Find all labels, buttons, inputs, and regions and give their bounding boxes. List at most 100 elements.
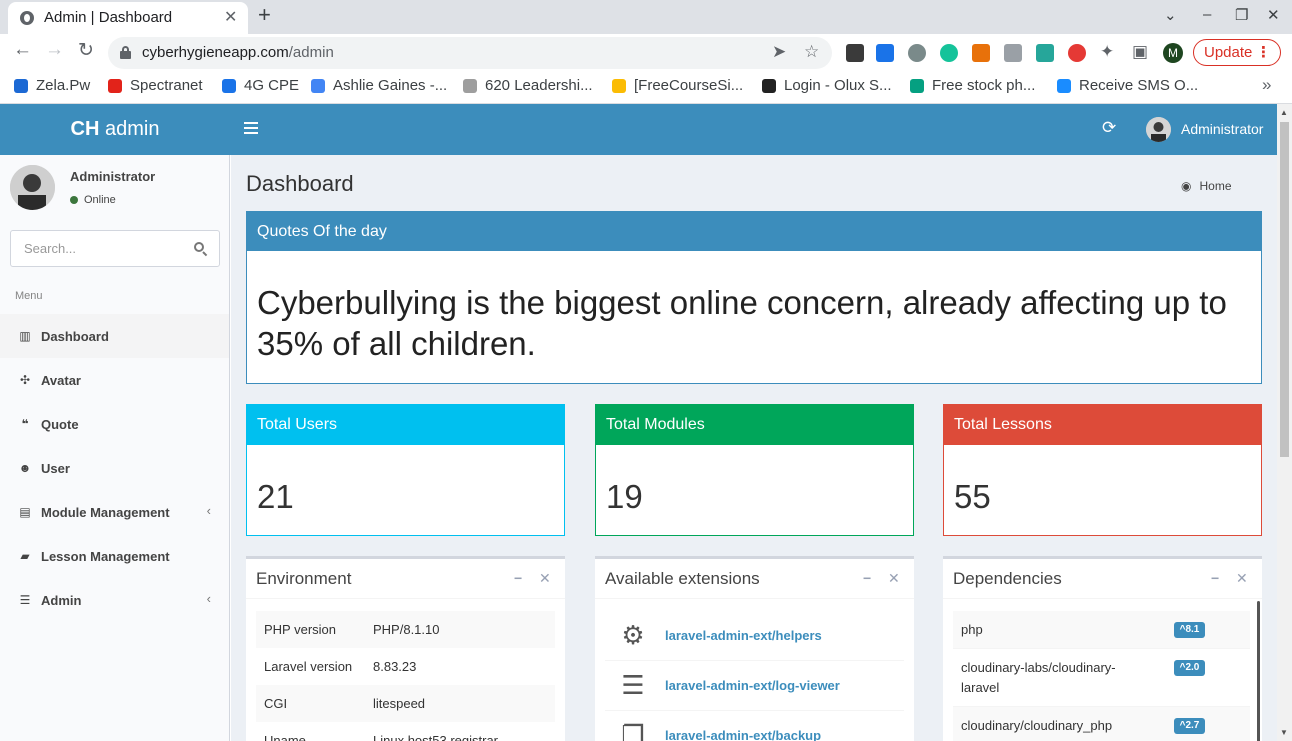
close-icon[interactable]: ✕: [1236, 570, 1248, 587]
quote-box: Quotes Of the day Cyberbullying is the b…: [246, 211, 1262, 384]
extension-code-icon[interactable]: [1004, 44, 1022, 62]
color-picker-icon[interactable]: [1068, 44, 1086, 62]
extension-s-icon[interactable]: [876, 44, 894, 62]
stat-title: Total Modules: [596, 405, 913, 445]
bookmark-label: Ashlie Gaines -...: [333, 77, 448, 94]
bookmark-item[interactable]: Ashlie Gaines -...: [311, 77, 447, 94]
sidebar-item-lesson-management[interactable]: ▰ Lesson Management: [0, 534, 229, 578]
version-badge: ^2.0: [1174, 660, 1205, 676]
bookmark-item[interactable]: Spectranet: [108, 77, 203, 94]
sidebar: Administrator Online Menu ▥ Dashboard ✣ Ava…: [0, 155, 230, 741]
extension-green-icon[interactable]: [1036, 44, 1054, 62]
back-icon[interactable]: ←: [13, 39, 32, 61]
bookmarks-bar: Zela.Pw Spectranet 4G CPE Ashlie Gaines -..…: [0, 71, 1292, 104]
env-value: 8.83.23: [373, 659, 417, 674]
update-button[interactable]: Update ⋮: [1193, 39, 1281, 66]
sidebar-user-name: Administrator: [70, 169, 156, 184]
collapse-icon[interactable]: −: [1211, 570, 1219, 586]
avatar[interactable]: [1146, 117, 1171, 142]
extension-link[interactable]: laravel-admin-ext/log-viewer: [665, 678, 840, 693]
logo[interactable]: CH admin: [0, 104, 230, 155]
bookmark-item[interactable]: 620 Leadershi...: [463, 77, 593, 94]
scroll-up-icon[interactable]: ▲: [1280, 108, 1288, 117]
arrows-icon: ✣: [19, 373, 31, 387]
tab-title: Admin | Dashboard: [44, 9, 173, 26]
env-value: PHP/8.1.10: [365, 611, 555, 648]
refresh-icon[interactable]: ⟳: [1102, 118, 1116, 138]
page-title: Dashboard: [246, 171, 354, 196]
close-icon[interactable]: ✕: [539, 570, 551, 587]
close-window-icon[interactable]: ✕: [1267, 6, 1280, 24]
more-bookmarks-icon[interactable]: »: [1262, 75, 1271, 95]
reload-icon[interactable]: ↻: [78, 39, 94, 62]
browser-toolbar: ← → ↻ cyberhygieneapp.com/admin ➤ ☆ ✦ ▣ …: [0, 34, 1292, 71]
status-badge: Online: [70, 194, 116, 206]
restore-icon[interactable]: ❐: [1235, 6, 1248, 24]
side-panel-icon[interactable]: ▣: [1132, 42, 1148, 62]
grammarly-icon[interactable]: [940, 44, 958, 62]
bookmark-item[interactable]: Login - Olux S...: [762, 77, 892, 94]
stat-box-total-users: Total Users 21: [246, 404, 565, 536]
forward-icon[interactable]: →: [45, 39, 64, 61]
header-user-name[interactable]: Administrator: [1181, 121, 1263, 137]
collapse-icon[interactable]: −: [514, 570, 522, 586]
breadcrumb[interactable]: ◉ Home: [1181, 179, 1232, 193]
bookmark-item[interactable]: Zela.Pw: [14, 77, 90, 94]
page-scrollbar[interactable]: ▲ ▼: [1277, 104, 1292, 741]
new-tab-icon[interactable]: +: [258, 2, 271, 28]
close-icon[interactable]: ✕: [888, 570, 900, 587]
sidebar-item-quote[interactable]: ❝ Quote: [0, 402, 229, 446]
scroll-down-icon[interactable]: ▼: [1280, 728, 1288, 737]
browser-tab[interactable]: Admin | Dashboard ✕: [8, 2, 248, 34]
sidebar-item-admin[interactable]: ☰ Admin ‹: [0, 578, 229, 622]
panel-scrollbar[interactable]: [1257, 601, 1260, 741]
bookmark-label: 620 Leadershi...: [485, 77, 593, 94]
sidebar-avatar: [10, 165, 55, 210]
extension-link[interactable]: laravel-admin-ext/backup: [665, 728, 821, 741]
bookmark-star-icon[interactable]: ☆: [804, 42, 819, 62]
extension-c-icon[interactable]: [972, 44, 990, 62]
close-tab-icon[interactable]: ✕: [224, 7, 237, 27]
dependencies-title: Dependencies: [953, 569, 1062, 588]
profile-avatar[interactable]: M: [1163, 43, 1183, 63]
bookmark-favicon-icon: [311, 78, 325, 93]
sidebar-item-avatar[interactable]: ✣ Avatar: [0, 358, 229, 402]
sidebar-item-label: Avatar: [41, 372, 81, 388]
book-icon: ▰: [20, 549, 30, 563]
app-header: CH admin ⟳ Administrator: [0, 104, 1277, 155]
dependency-name: cloudinary-labs/cloudinary-laravel: [961, 660, 1116, 695]
sidebar-item-user[interactable]: ☻ User: [0, 446, 229, 490]
stat-title: Total Users: [247, 405, 564, 445]
extensions-puzzle-icon[interactable]: ✦: [1100, 42, 1114, 62]
sidebar-item-module-management[interactable]: ▤ Module Management ‹: [0, 490, 229, 534]
tab-search-icon[interactable]: ⌄: [1164, 6, 1177, 24]
extension-link-icon[interactable]: [846, 44, 864, 62]
breadcrumb-home[interactable]: Home: [1199, 179, 1231, 193]
sidebar-toggle-icon[interactable]: [244, 122, 258, 134]
search-icon[interactable]: [194, 242, 208, 257]
bookmark-label: [FreeCourseSi...: [634, 77, 744, 94]
stat-title: Total Lessons: [944, 405, 1261, 445]
bookmark-item[interactable]: Free stock ph...: [910, 77, 1035, 94]
minimize-icon[interactable]: –: [1203, 6, 1211, 23]
scrollbar-thumb[interactable]: [1280, 122, 1289, 457]
collapse-icon[interactable]: −: [863, 570, 871, 586]
bookmark-favicon-icon: [222, 78, 236, 93]
lock-icon[interactable]: [120, 46, 131, 59]
bookmark-item[interactable]: [FreeCourseSi...: [612, 77, 743, 94]
extension-link[interactable]: laravel-admin-ext/helpers: [665, 628, 822, 643]
env-key: PHP version: [256, 611, 365, 648]
table-row: PHP version PHP/8.1.10: [256, 611, 555, 648]
sidebar-item-dashboard[interactable]: ▥ Dashboard: [0, 314, 229, 358]
bookmark-item[interactable]: 4G CPE: [222, 77, 299, 94]
send-icon[interactable]: ➤: [772, 42, 786, 62]
bookmark-favicon-icon: [910, 78, 924, 93]
extension-owl-icon[interactable]: [908, 44, 926, 62]
list-item: ☰ laravel-admin-ext/log-viewer: [605, 661, 904, 711]
search-input[interactable]: [11, 231, 181, 266]
address-bar[interactable]: cyberhygieneapp.com/admin ➤ ☆: [108, 37, 832, 69]
gears-icon: ⚙: [621, 620, 645, 650]
menu-header: Menu: [15, 290, 43, 302]
quote-title: Quotes Of the day: [247, 212, 1261, 251]
bookmark-item[interactable]: Receive SMS O...: [1057, 77, 1198, 94]
